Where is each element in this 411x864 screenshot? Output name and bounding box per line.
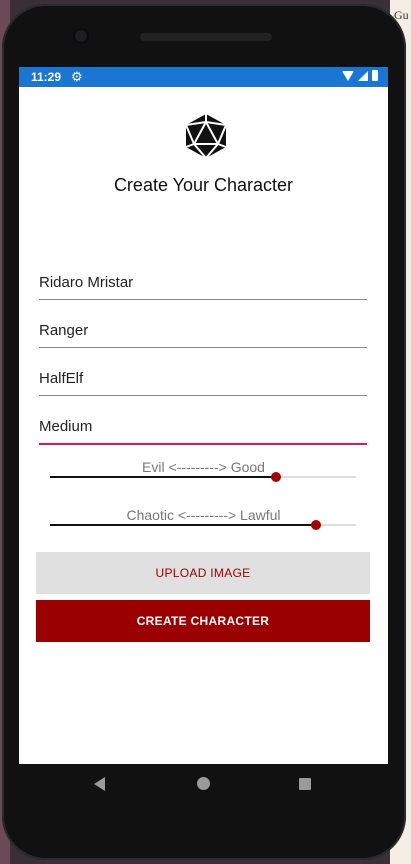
slider-thumb[interactable] <box>271 472 282 482</box>
signal-icon <box>358 70 368 81</box>
character-name-field[interactable] <box>39 267 367 300</box>
gear-icon: ⚙ <box>71 69 83 84</box>
slider-fill <box>50 476 277 478</box>
android-nav-bar <box>19 764 388 804</box>
front-camera <box>75 30 87 42</box>
status-icons <box>342 70 378 81</box>
create-character-button[interactable]: CREATE CHARACTER <box>36 600 370 642</box>
character-name-input[interactable] <box>39 267 367 297</box>
law-chaos-slider[interactable] <box>50 517 356 533</box>
slider-fill <box>50 524 317 526</box>
status-time: 11:29 <box>31 70 62 84</box>
page-title: Create Your Character <box>113 175 294 195</box>
character-size-input[interactable] <box>39 411 367 441</box>
wifi-icon <box>342 70 354 81</box>
character-race-input[interactable] <box>39 363 367 393</box>
character-class-input[interactable] <box>39 315 367 345</box>
recents-icon[interactable] <box>299 778 311 790</box>
d20-die-icon <box>185 114 227 159</box>
slider-thumb[interactable] <box>311 520 322 530</box>
character-class-field[interactable] <box>39 315 367 348</box>
upload-image-button[interactable]: UPLOAD IMAGE <box>36 552 370 594</box>
earpiece-speaker <box>140 33 272 41</box>
character-size-field[interactable] <box>39 411 367 445</box>
good-evil-slider[interactable] <box>50 469 356 485</box>
status-bar: 11:29 ⚙ <box>19 67 388 87</box>
back-icon[interactable] <box>94 777 105 791</box>
home-icon[interactable] <box>197 777 210 790</box>
character-race-field[interactable] <box>39 363 367 396</box>
app-screen: 11:29 ⚙ Create Your Character Evil <----… <box>19 67 388 764</box>
battery-icon <box>372 70 378 81</box>
